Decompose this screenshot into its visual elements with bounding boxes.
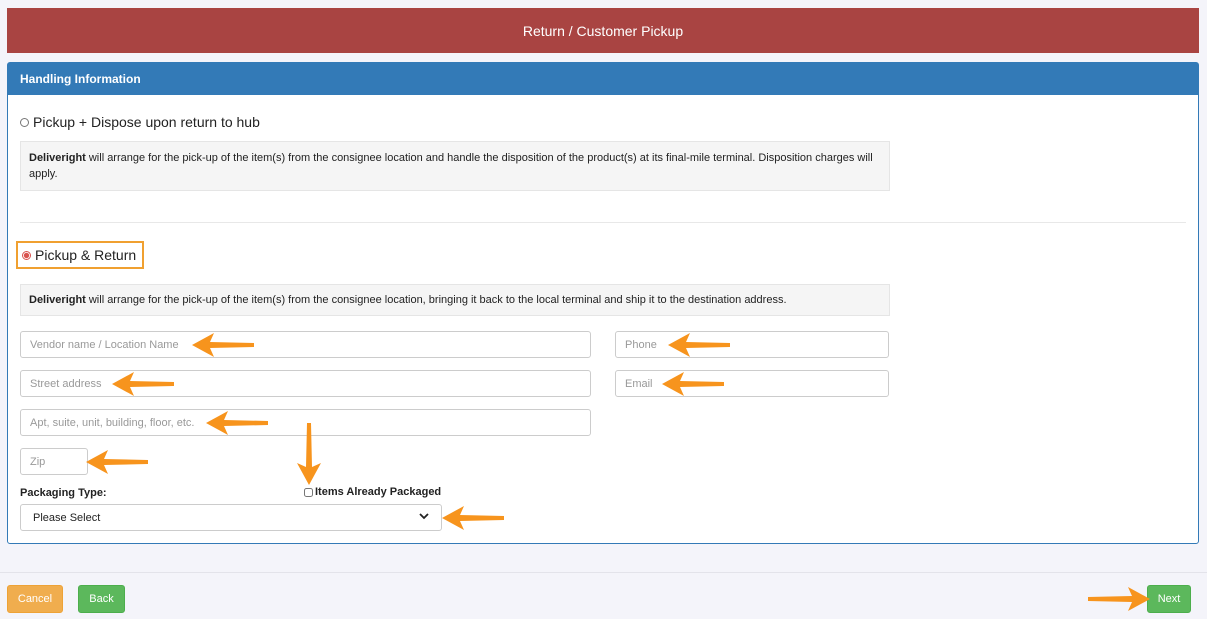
items-packaged-option[interactable]: Items Already Packaged bbox=[304, 486, 441, 498]
radio-pickup-dispose[interactable] bbox=[20, 117, 29, 127]
option-label: Pickup & Return bbox=[35, 247, 137, 263]
arrow-icon bbox=[1088, 587, 1150, 611]
next-button[interactable]: Next bbox=[1147, 585, 1191, 613]
option-description: Deliveright will arrange for the pick-up … bbox=[20, 141, 890, 191]
vendor-name-input[interactable] bbox=[20, 331, 591, 358]
packaging-type-select[interactable]: Please Select bbox=[20, 504, 442, 531]
handling-info-panel: Handling Information Pickup + Dispose up… bbox=[7, 62, 1199, 544]
description-text: will arrange for the pick-up of the item… bbox=[29, 152, 873, 180]
description-text: will arrange for the pick-up of the item… bbox=[88, 294, 787, 306]
zip-input[interactable] bbox=[20, 448, 88, 475]
cancel-button[interactable]: Cancel bbox=[7, 585, 63, 613]
back-button[interactable]: Back bbox=[78, 585, 125, 613]
page-title: Return / Customer Pickup bbox=[7, 8, 1199, 53]
option-label: Pickup + Dispose upon return to hub bbox=[33, 114, 260, 130]
footer-divider bbox=[0, 572, 1207, 573]
option-pickup-dispose[interactable]: Pickup + Dispose upon return to hub bbox=[20, 114, 260, 130]
divider bbox=[20, 222, 1186, 223]
chevron-down-icon bbox=[419, 512, 429, 523]
street-address-input[interactable] bbox=[20, 370, 591, 397]
apt-suite-input[interactable] bbox=[20, 409, 591, 436]
items-packaged-label: Items Already Packaged bbox=[315, 486, 442, 498]
radio-pickup-return[interactable] bbox=[22, 250, 31, 260]
brand-name: Deliveright bbox=[29, 152, 86, 164]
items-packaged-checkbox[interactable] bbox=[304, 487, 313, 497]
packaging-type-label: Packaging Type: bbox=[20, 487, 107, 499]
packaging-selected-value: Please Select bbox=[33, 511, 101, 524]
option-description: Deliveright will arrange for the pick-up … bbox=[20, 284, 890, 316]
brand-name: Deliveright bbox=[29, 294, 86, 306]
email-input[interactable] bbox=[615, 370, 889, 397]
panel-heading: Handling Information bbox=[8, 63, 1198, 95]
option-pickup-return[interactable]: Pickup & Return bbox=[16, 241, 145, 269]
phone-input[interactable] bbox=[615, 331, 889, 358]
